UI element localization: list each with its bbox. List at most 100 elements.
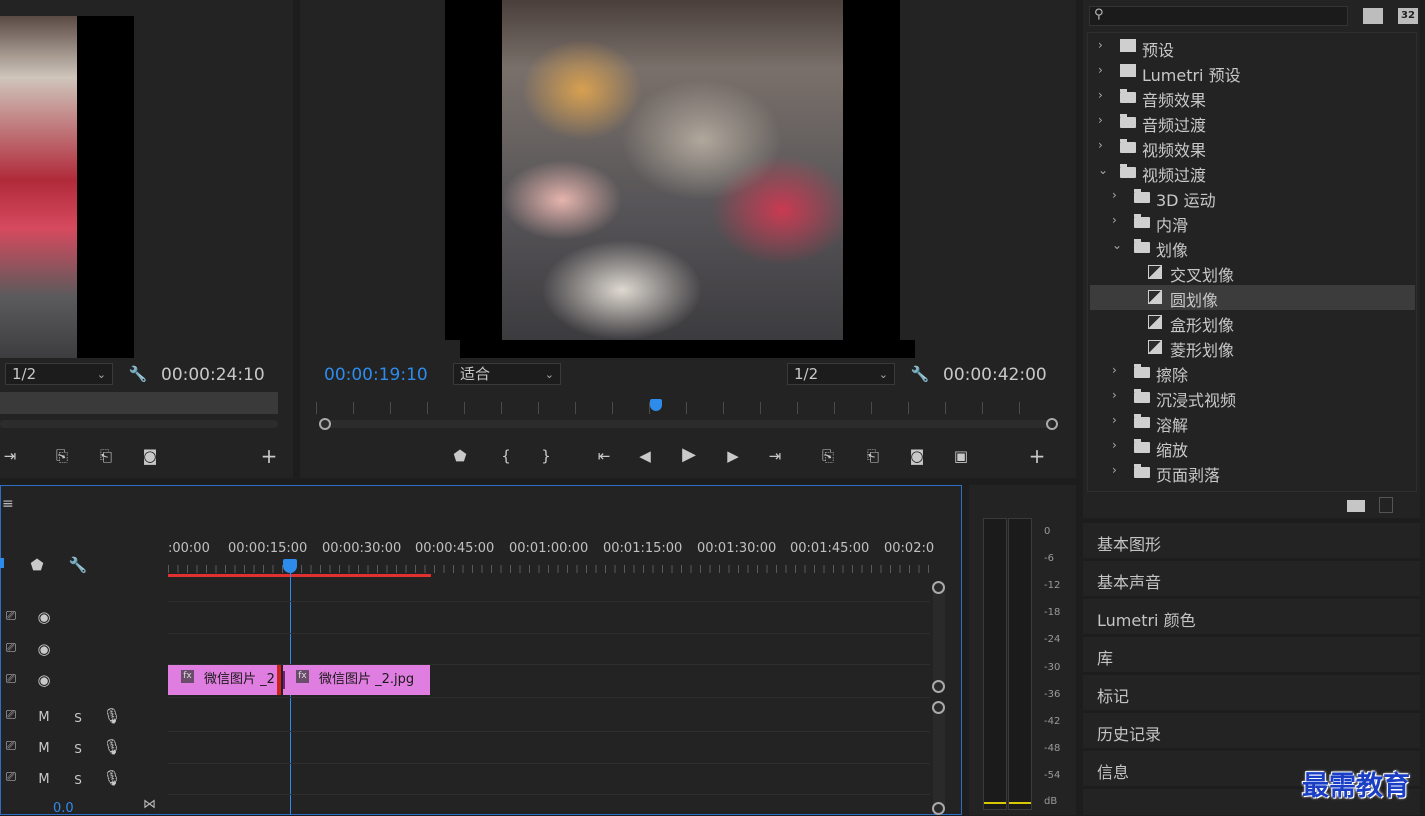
add-button-icon[interactable]: +: [1027, 446, 1047, 466]
chevron-right-icon[interactable]: ›: [1112, 463, 1117, 477]
overlay-icon[interactable]: ⎗: [94, 446, 118, 466]
scroll-handle-top[interactable]: [932, 581, 945, 594]
side-panel-tab[interactable]: Lumetri 颜色: [1083, 599, 1420, 634]
marker-icon[interactable]: ⬟: [28, 555, 46, 575]
wrench-icon[interactable]: 🔧: [910, 364, 930, 384]
chevron-right-icon[interactable]: ›: [1112, 388, 1117, 402]
new-bin-icon[interactable]: [1347, 500, 1365, 512]
timeline-scrollbar-video[interactable]: [933, 582, 945, 692]
track-output-icon[interactable]: ⎚: [2, 737, 20, 757]
master-volume[interactable]: 0.0: [53, 801, 74, 816]
chevron-right-icon[interactable]: ›: [1112, 413, 1117, 427]
chevron-right-icon[interactable]: ›: [1098, 138, 1103, 152]
overwrite-icon[interactable]: ⇥: [0, 446, 20, 466]
eye-icon[interactable]: ◉: [34, 670, 54, 690]
timeline-scrollbar-audio[interactable]: [933, 702, 945, 815]
go-to-in-icon[interactable]: ⇤: [592, 446, 616, 466]
track-output-icon[interactable]: ⎚: [2, 768, 20, 788]
effects-tree-item[interactable]: › 音频过渡: [1090, 110, 1415, 135]
scroll-handle-bottom[interactable]: [932, 802, 945, 815]
effects-tree-item[interactable]: 菱形划像: [1090, 335, 1415, 360]
mark-in-icon[interactable]: {: [496, 446, 516, 466]
eye-icon[interactable]: ◉: [34, 607, 54, 627]
work-area-bar[interactable]: [168, 574, 431, 577]
chevron-right-icon[interactable]: ›: [1112, 363, 1117, 377]
source-zoom-bar[interactable]: [0, 420, 278, 428]
effects-search-input[interactable]: ⚲: [1089, 6, 1348, 26]
chevron-right-icon[interactable]: ›: [1112, 188, 1117, 202]
chevron-right-icon[interactable]: ›: [1112, 213, 1117, 227]
chevron-down-icon[interactable]: ⌄: [1098, 163, 1108, 177]
chevron-down-icon[interactable]: ⌄: [1112, 238, 1122, 252]
effects-tree-item[interactable]: 圆划像: [1090, 285, 1415, 310]
program-playhead[interactable]: [650, 399, 662, 411]
side-panel-tab[interactable]: 历史记录: [1083, 713, 1420, 748]
32bit-effects-icon[interactable]: 32: [1398, 8, 1418, 24]
microphone-icon[interactable]: 🎙: [102, 737, 122, 757]
mute-button[interactable]: M: [34, 739, 54, 759]
extract-icon[interactable]: ⎗: [860, 446, 886, 466]
solo-button[interactable]: S: [68, 770, 88, 790]
track-output-icon[interactable]: ⎚: [2, 706, 20, 726]
effects-tree-item[interactable]: › 3D 运动: [1090, 185, 1415, 210]
lift-icon[interactable]: ⎘: [816, 446, 840, 466]
solo-button[interactable]: S: [68, 708, 88, 728]
microphone-icon[interactable]: 🎙: [102, 706, 122, 726]
effects-tree-item[interactable]: › 内滑: [1090, 210, 1415, 235]
side-panel-tab[interactable]: 库: [1083, 637, 1420, 672]
effects-tree-item[interactable]: › 缩放: [1090, 435, 1415, 460]
effects-tree-item[interactable]: › 擦除: [1090, 360, 1415, 385]
timeline-clip[interactable]: fx 微信图片 _2.jpg: [283, 665, 430, 695]
scroll-handle-top[interactable]: [932, 701, 945, 714]
wrench-icon[interactable]: 🔧: [68, 555, 88, 575]
add-button-icon[interactable]: +: [259, 446, 279, 466]
effects-tree-item[interactable]: › 音频效果: [1090, 85, 1415, 110]
delete-icon[interactable]: [1379, 497, 1393, 513]
effects-tree-item[interactable]: 盒形划像: [1090, 310, 1415, 335]
insert-icon[interactable]: ⎘: [50, 446, 74, 466]
snap-icon[interactable]: [0, 558, 4, 568]
timeline-playhead-head[interactable]: [283, 559, 297, 573]
scroll-handle-bottom[interactable]: [932, 680, 945, 693]
effects-tree-item[interactable]: › 预设: [1090, 35, 1415, 60]
side-panel-tab[interactable]: 标记: [1083, 675, 1420, 710]
effects-tree-item[interactable]: 交叉划像: [1090, 260, 1415, 285]
compare-view-icon[interactable]: ▣: [949, 446, 973, 466]
wrench-icon[interactable]: 🔧: [128, 364, 148, 384]
chevron-right-icon[interactable]: ›: [1098, 63, 1103, 77]
effects-tree-item[interactable]: › 页面剥落: [1090, 460, 1415, 485]
mute-button[interactable]: M: [34, 770, 54, 790]
step-forward-icon[interactable]: ▶: [723, 446, 743, 466]
source-scale-select[interactable]: 1/2 ⌄: [5, 363, 113, 385]
program-current-time[interactable]: 00:00:19:10: [324, 365, 428, 385]
effects-tree-item[interactable]: ⌄ 划像: [1090, 235, 1415, 260]
go-to-out-icon[interactable]: ⇥: [763, 446, 787, 466]
camera-icon[interactable]: ◙: [907, 446, 927, 466]
effects-tree-item[interactable]: › Lumetri 预设: [1090, 60, 1415, 85]
effects-tree-item[interactable]: › 溶解: [1090, 410, 1415, 435]
zoom-handle-left[interactable]: [319, 418, 331, 430]
marker-icon[interactable]: ⬟: [450, 446, 470, 466]
microphone-icon[interactable]: 🎙: [102, 768, 122, 788]
chevron-right-icon[interactable]: ›: [1112, 438, 1117, 452]
effects-tree-item[interactable]: ⌄ 视频过渡: [1090, 160, 1415, 185]
program-scale-select[interactable]: 1/2 ⌄: [787, 363, 895, 385]
program-fit-select[interactable]: 适合 ⌄: [453, 363, 561, 385]
step-back-icon[interactable]: ◀: [635, 446, 655, 466]
effects-tree-item[interactable]: › 视频效果: [1090, 135, 1415, 160]
timeline-menu-icon[interactable]: ≡: [2, 496, 14, 512]
zoom-handle-right[interactable]: [1046, 418, 1058, 430]
solo-button[interactable]: S: [68, 739, 88, 759]
source-scrub-bar[interactable]: [0, 392, 278, 414]
track-output-icon[interactable]: ⎚: [2, 607, 20, 627]
side-panel-tab[interactable]: 基本图形: [1083, 523, 1420, 558]
accelerated-effects-icon[interactable]: [1363, 8, 1383, 24]
mark-out-icon[interactable]: }: [536, 446, 556, 466]
camera-icon[interactable]: ◙: [140, 446, 160, 466]
track-output-icon[interactable]: ⎚: [2, 639, 20, 659]
chevron-right-icon[interactable]: ›: [1098, 113, 1103, 127]
mute-button[interactable]: M: [34, 708, 54, 728]
program-zoom-bar[interactable]: [320, 420, 1052, 428]
play-icon[interactable]: ▶: [678, 445, 700, 465]
eye-icon[interactable]: ◉: [34, 639, 54, 659]
